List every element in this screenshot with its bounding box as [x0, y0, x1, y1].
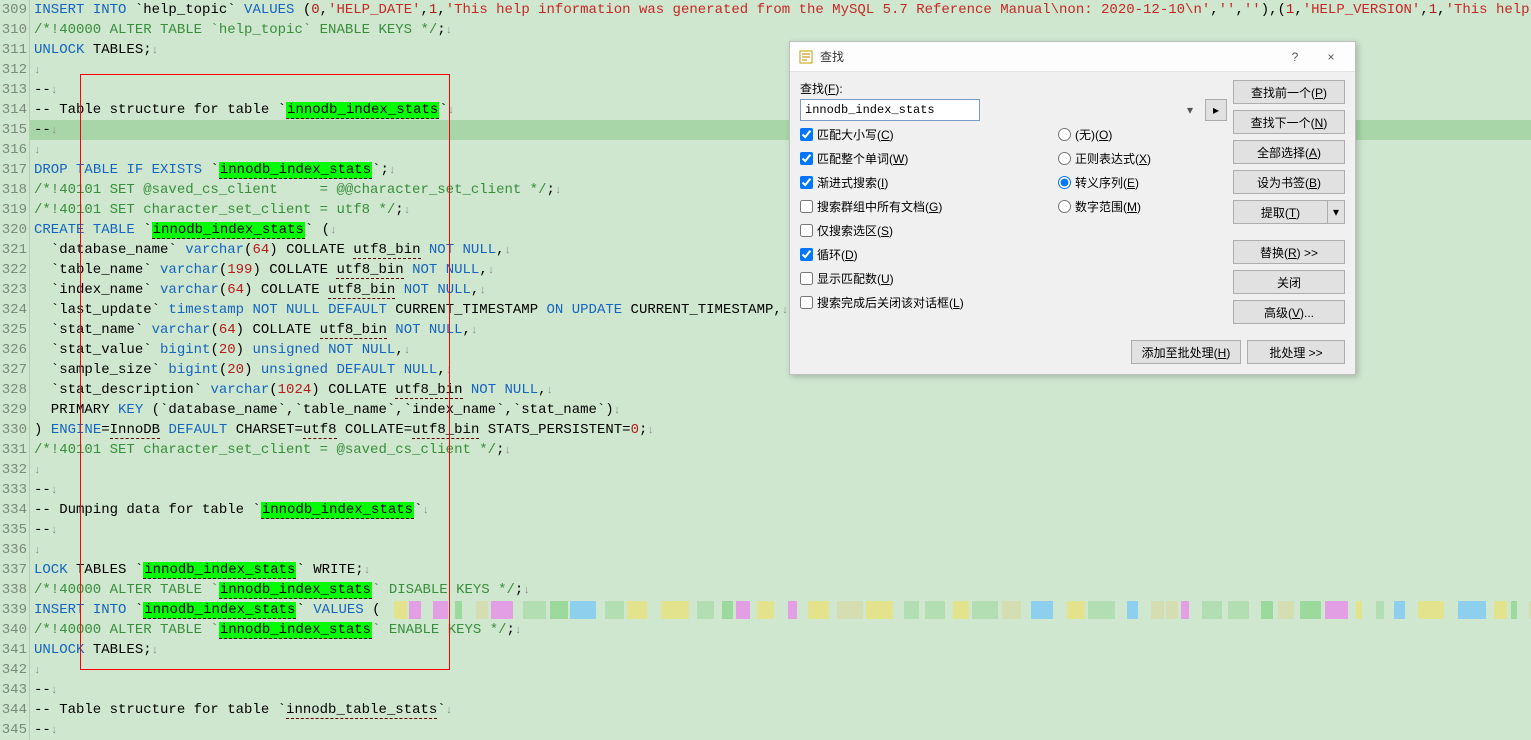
checkbox-option[interactable]: 循环(D): [800, 245, 1050, 263]
find-prev-button[interactable]: 查找前一个(P): [1233, 80, 1345, 104]
checkbox-option[interactable]: 仅搜索选区(S): [800, 221, 1050, 239]
history-button[interactable]: ▸: [1205, 99, 1227, 121]
line-number: 334: [0, 500, 30, 520]
line-number: 317: [0, 160, 30, 180]
line-number: 323: [0, 280, 30, 300]
code-line[interactable]: 344-- Table structure for table `innodb_…: [0, 700, 1531, 720]
line-number: 311: [0, 40, 30, 60]
code-line[interactable]: 329 PRIMARY KEY (`database_name`,`table_…: [0, 400, 1531, 420]
line-number: 314: [0, 100, 30, 120]
line-number: 345: [0, 720, 30, 740]
code-line[interactable]: 339INSERT INTO `innodb_index_stats` VALU…: [0, 600, 1531, 620]
line-number: 338: [0, 580, 30, 600]
close-button[interactable]: 关闭: [1233, 270, 1345, 294]
line-number: 325: [0, 320, 30, 340]
code-line[interactable]: 343--↓: [0, 680, 1531, 700]
code-line[interactable]: 310/*!40000 ALTER TABLE `help_topic` ENA…: [0, 20, 1531, 40]
code-line[interactable]: 345--↓: [0, 720, 1531, 740]
find-next-button[interactable]: 查找下一个(N): [1233, 110, 1345, 134]
line-number: 318: [0, 180, 30, 200]
code-line[interactable]: 309INSERT INTO `help_topic` VALUES (0,'H…: [0, 0, 1531, 20]
find-dialog: 查找 ? × 查找(F): ▾ ▸ 匹配大小写(C) 匹配整个单词(W) 渐进式…: [789, 41, 1356, 375]
dialog-titlebar[interactable]: 查找 ? ×: [790, 42, 1355, 72]
combo-arrow-icon[interactable]: ▾: [1181, 101, 1199, 119]
code-line[interactable]: 340/*!40000 ALTER TABLE `innodb_index_st…: [0, 620, 1531, 640]
line-number: 316: [0, 140, 30, 160]
line-number: 324: [0, 300, 30, 320]
line-number: 326: [0, 340, 30, 360]
line-number: 333: [0, 480, 30, 500]
checkbox-option[interactable]: 搜索完成后关闭该对话框(L): [800, 293, 1050, 311]
code-line[interactable]: 331/*!40101 SET character_set_client = @…: [0, 440, 1531, 460]
line-number: 322: [0, 260, 30, 280]
dialog-close-button[interactable]: ×: [1313, 45, 1349, 69]
line-number: 331: [0, 440, 30, 460]
checkbox-option[interactable]: 搜索群组中所有文档(G): [800, 197, 1050, 215]
line-number: 320: [0, 220, 30, 240]
radio-option[interactable]: 数字范围(M): [1058, 197, 1151, 215]
code-line[interactable]: 333--↓: [0, 480, 1531, 500]
dialog-title: 查找: [820, 48, 1277, 65]
checkbox-option[interactable]: 匹配整个单词(W): [800, 149, 1050, 167]
line-number: 309: [0, 0, 30, 20]
radio-option[interactable]: 正则表达式(X): [1058, 149, 1151, 167]
code-line[interactable]: 334-- Dumping data for table `innodb_ind…: [0, 500, 1531, 520]
line-number: 340: [0, 620, 30, 640]
checkbox-option[interactable]: 匹配大小写(C): [800, 125, 1050, 143]
line-number: 315: [0, 120, 30, 140]
code-line[interactable]: 332↓: [0, 460, 1531, 480]
line-number: 341: [0, 640, 30, 660]
bookmark-button[interactable]: 设为书签(B): [1233, 170, 1345, 194]
radio-option[interactable]: 转义序列(E): [1058, 173, 1151, 191]
line-number: 329: [0, 400, 30, 420]
line-number: 330: [0, 420, 30, 440]
line-number: 319: [0, 200, 30, 220]
line-number: 337: [0, 560, 30, 580]
add-batch-button[interactable]: 添加至批处理(H): [1131, 340, 1241, 364]
advanced-button[interactable]: 高级(V)...: [1233, 300, 1345, 324]
line-number: 327: [0, 360, 30, 380]
line-number: 339: [0, 600, 30, 620]
app-icon: [798, 49, 814, 65]
code-line[interactable]: 341UNLOCK TABLES;↓: [0, 640, 1531, 660]
line-number: 343: [0, 680, 30, 700]
line-number: 344: [0, 700, 30, 720]
replace-button[interactable]: 替换(R) >>: [1233, 240, 1345, 264]
line-number: 310: [0, 20, 30, 40]
radio-option[interactable]: (无)(O): [1058, 125, 1151, 143]
line-number: 336: [0, 540, 30, 560]
line-number: 312: [0, 60, 30, 80]
extract-button[interactable]: 提取(T): [1233, 200, 1327, 224]
dialog-help-button[interactable]: ?: [1277, 45, 1313, 69]
code-line[interactable]: 338/*!40000 ALTER TABLE `innodb_index_st…: [0, 580, 1531, 600]
line-number: 342: [0, 660, 30, 680]
line-number: 313: [0, 80, 30, 100]
line-number: 332: [0, 460, 30, 480]
code-line[interactable]: 336↓: [0, 540, 1531, 560]
code-line[interactable]: 328 `stat_description` varchar(1024) COL…: [0, 380, 1531, 400]
code-line[interactable]: 335--↓: [0, 520, 1531, 540]
checkbox-option[interactable]: 渐进式搜索(I): [800, 173, 1050, 191]
line-number: 328: [0, 380, 30, 400]
batch-button[interactable]: 批处理 >>: [1247, 340, 1345, 364]
line-number: 321: [0, 240, 30, 260]
code-line[interactable]: 330) ENGINE=InnoDB DEFAULT CHARSET=utf8 …: [0, 420, 1531, 440]
code-line[interactable]: 337LOCK TABLES `innodb_index_stats` WRIT…: [0, 560, 1531, 580]
line-number: 335: [0, 520, 30, 540]
extract-dropdown-button[interactable]: ▾: [1327, 200, 1345, 224]
code-line[interactable]: 342↓: [0, 660, 1531, 680]
search-input[interactable]: [800, 99, 980, 121]
select-all-button[interactable]: 全部选择(A): [1233, 140, 1345, 164]
checkbox-option[interactable]: 显示匹配数(U): [800, 269, 1050, 287]
find-label: 查找(F):: [800, 80, 1227, 97]
